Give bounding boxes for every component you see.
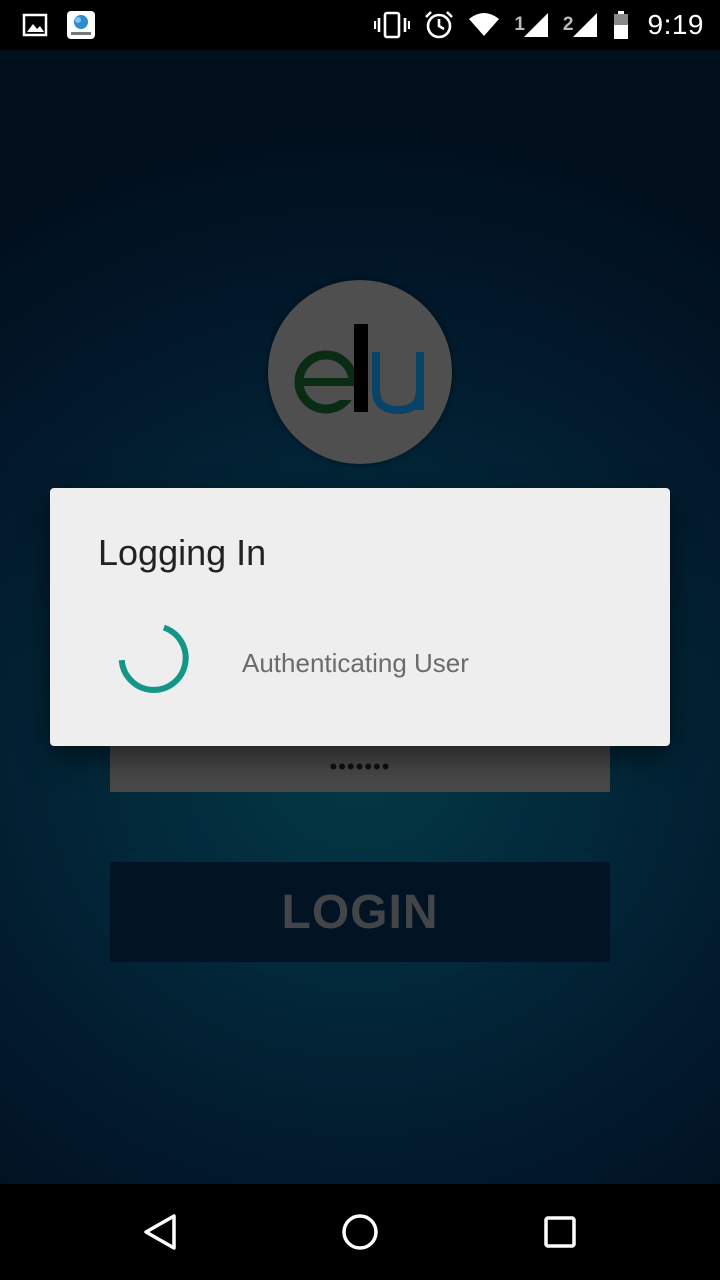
battery-icon <box>612 10 630 40</box>
status-clock: 9:19 <box>647 9 704 40</box>
loading-spinner-icon <box>118 624 189 693</box>
recents-button[interactable] <box>536 1208 584 1256</box>
alarm-icon <box>424 10 454 40</box>
back-icon <box>144 1214 176 1250</box>
home-icon <box>342 1214 378 1250</box>
vibrate-icon <box>374 11 411 39</box>
dialog-title: Logging In <box>98 532 267 573</box>
eaccess-app-icon <box>66 10 96 40</box>
home-button[interactable] <box>336 1208 384 1256</box>
status-right: 1 2 9:19 <box>374 9 704 41</box>
wifi-icon <box>468 13 500 37</box>
navigation-bar <box>0 1184 720 1280</box>
recents-icon <box>544 1216 576 1248</box>
progress-dialog: Logging In Authenticating User <box>50 488 670 746</box>
image-notification-icon <box>22 13 48 37</box>
signal-sim2-icon: 2 <box>563 12 598 38</box>
status-left <box>22 10 96 40</box>
dialog-message: Authenticating User <box>242 648 469 678</box>
signal-sim1-icon: 1 <box>514 12 549 38</box>
back-button[interactable] <box>136 1208 184 1256</box>
status-bar: 1 2 9:19 <box>0 0 720 50</box>
